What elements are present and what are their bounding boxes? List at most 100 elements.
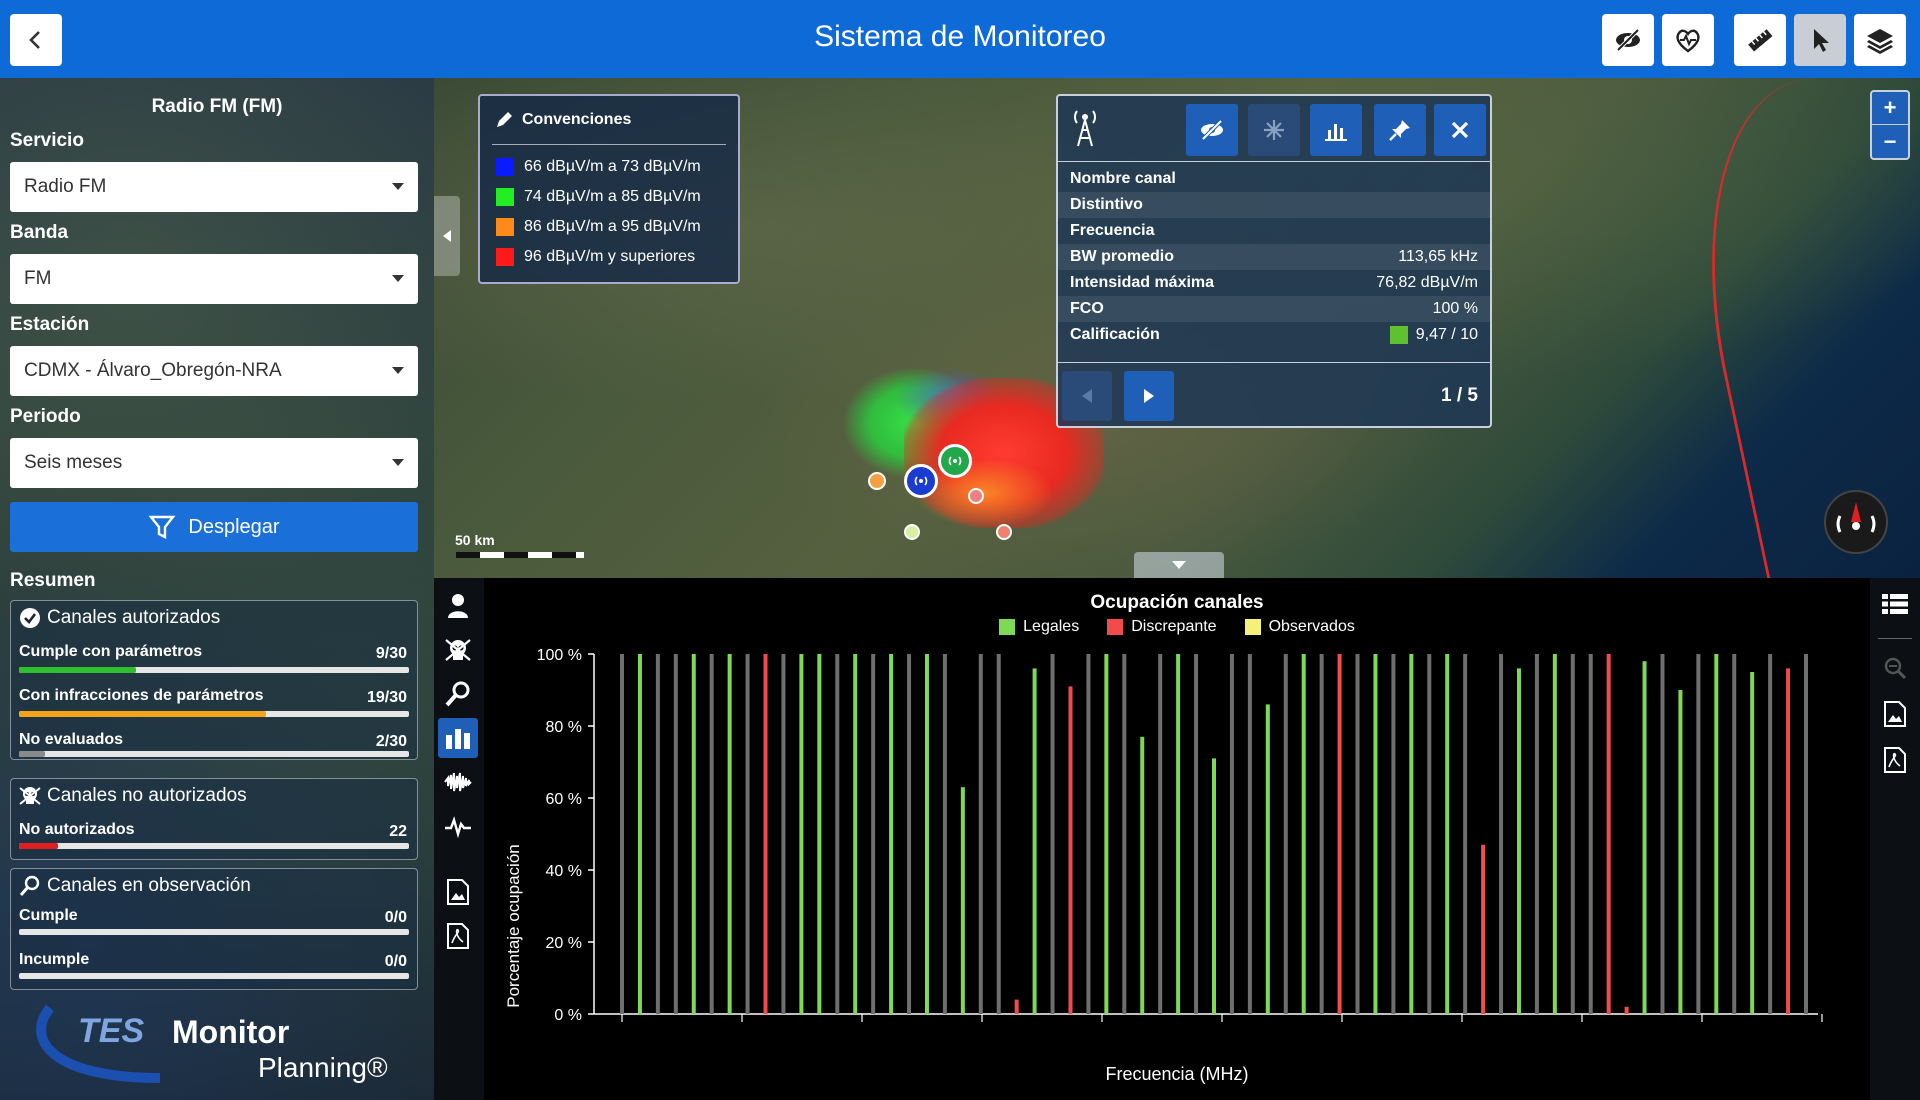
band-select[interactable]: FM — [10, 254, 418, 304]
legend-header: Convenciones — [494, 110, 631, 130]
service-value: Radio FM — [24, 176, 107, 197]
layers-button[interactable] — [1854, 14, 1906, 66]
hide-coverage-button[interactable] — [1186, 104, 1238, 156]
occupancy-bar — [1750, 672, 1755, 1014]
logo-name: Monitor — [172, 1014, 290, 1050]
hide-button[interactable] — [1602, 14, 1654, 66]
station-dot[interactable] — [904, 524, 920, 540]
antenna-tower-icon — [1074, 110, 1096, 147]
legend-item-label: 66 dBµV/m a 73 dBµV/m — [524, 158, 701, 175]
export-chart-image-button[interactable] — [1877, 696, 1913, 732]
caret-down-icon — [392, 275, 404, 282]
legend-item-label: 96 dBµV/m y superiores — [524, 248, 696, 265]
expand-map-button[interactable] — [1134, 552, 1224, 578]
close-popup-button[interactable] — [1434, 104, 1486, 156]
zoom-out-button[interactable]: − — [1872, 125, 1908, 158]
pin-button[interactable] — [1374, 104, 1426, 156]
funnel-icon — [148, 515, 176, 539]
filter-sidebar: Radio FM (FM) Servicio Radio FM Banda FM… — [0, 78, 434, 1100]
info-row: FCO 100 % — [1058, 296, 1490, 322]
occupancy-bar — [1265, 704, 1270, 1014]
station-dot[interactable] — [996, 524, 1012, 540]
signal-button[interactable] — [438, 806, 478, 846]
station-label: Estación — [10, 314, 90, 335]
occupancy-bar — [924, 654, 929, 1014]
station-select[interactable]: CDMX - Álvaro_Obregón-NRA — [10, 346, 418, 396]
band-label: Banda — [10, 222, 69, 243]
occupancy-bar — [996, 654, 1001, 1014]
occupancy-bar — [1534, 654, 1539, 1014]
info-key: Intensidad máxima — [1070, 274, 1215, 291]
progress-bar — [19, 929, 409, 935]
health-button[interactable] — [1662, 14, 1714, 66]
period-select[interactable]: Seis meses — [10, 438, 418, 488]
y-tick-label: 40 % — [546, 863, 582, 880]
occupancy-bar — [763, 654, 768, 1014]
station-marker[interactable] — [938, 444, 972, 478]
occupancy-bar — [1624, 1006, 1629, 1014]
chart-button[interactable] — [1310, 104, 1362, 156]
progress-fill — [19, 843, 58, 849]
top-bar: Sistema de Monitoreo — [0, 0, 1920, 78]
zoom-in-button[interactable]: + — [1872, 92, 1908, 125]
observation-filter-button[interactable] — [438, 674, 478, 714]
occupancy-bar — [1247, 654, 1252, 1014]
logo-brand: TES — [78, 1012, 145, 1050]
deploy-button[interactable]: Desplegar — [10, 502, 418, 552]
pointer-button[interactable] — [1794, 14, 1846, 66]
station-value: CDMX - Álvaro_Obregón-NRA — [24, 360, 282, 381]
occupancy-bar — [673, 654, 678, 1014]
compass-button[interactable] — [1824, 490, 1888, 554]
export-image-button[interactable] — [438, 872, 478, 912]
station-dot[interactable] — [868, 472, 886, 490]
compass-icon — [1836, 502, 1876, 533]
occupancy-bar — [1337, 654, 1342, 1014]
occupancy-chart-button[interactable] — [438, 718, 478, 758]
y-tick-label: 100 % — [537, 647, 582, 664]
triangle-right-icon — [1144, 389, 1154, 403]
pin-icon — [1389, 120, 1410, 141]
spectrum-button[interactable] — [438, 762, 478, 802]
occupancy-bar — [1606, 654, 1611, 1014]
occupancy-bar — [1301, 654, 1306, 1014]
legend-item-label: 74 dBµV/m a 85 dBµV/m — [524, 188, 701, 205]
coverage-orange-zone — [914, 458, 1054, 528]
export-pdf-button[interactable] — [438, 916, 478, 956]
legend-divider — [492, 144, 726, 145]
zoom-out-chart-button[interactable] — [1877, 650, 1913, 686]
pdf-file-icon — [447, 923, 469, 949]
legend-swatch — [496, 158, 514, 176]
occupancy-bar — [1552, 654, 1557, 1014]
next-page-button[interactable] — [1124, 371, 1174, 421]
station-dot[interactable] — [968, 488, 984, 504]
occupancy-bar — [817, 654, 822, 1014]
service-select[interactable]: Radio FM — [10, 162, 418, 212]
progress-bar — [19, 711, 409, 717]
occupancy-bar — [1660, 654, 1665, 1014]
ruler-button[interactable] — [1734, 14, 1786, 66]
occupancy-bar — [1642, 661, 1647, 1014]
table-view-button[interactable] — [1877, 586, 1913, 622]
occupancy-bar — [1032, 668, 1037, 1014]
collapse-sidebar-button[interactable] — [434, 196, 460, 276]
selected-station-marker[interactable] — [904, 464, 938, 498]
occupancy-bar — [835, 654, 840, 1014]
info-value: 76,82 dBµV/m — [1376, 274, 1478, 291]
unauthorized-panel: Canales no autorizados No autorizados 22 — [10, 778, 418, 860]
chart-side-toolbar — [1870, 578, 1920, 1100]
legend-swatch — [496, 248, 514, 266]
occupancy-bar — [1086, 654, 1091, 1014]
ruler-icon — [1748, 29, 1773, 52]
back-button[interactable] — [10, 14, 62, 66]
map-legend: Convenciones 66 dBµV/m a 73 dBµV/m 74 dB… — [478, 94, 740, 284]
info-row: Nombre canal — [1058, 166, 1490, 192]
highlight-button[interactable] — [1248, 104, 1300, 156]
close-icon — [1451, 121, 1469, 139]
chevron-left-icon — [29, 31, 40, 49]
authorized-filter-button[interactable] — [438, 586, 478, 626]
map-scale-label: 50 km — [455, 532, 495, 548]
observation-panel-header: Canales en observación — [19, 875, 251, 897]
unauthorized-filter-button[interactable] — [438, 630, 478, 670]
export-chart-pdf-button[interactable] — [1877, 742, 1913, 778]
prev-page-button[interactable] — [1062, 371, 1112, 421]
